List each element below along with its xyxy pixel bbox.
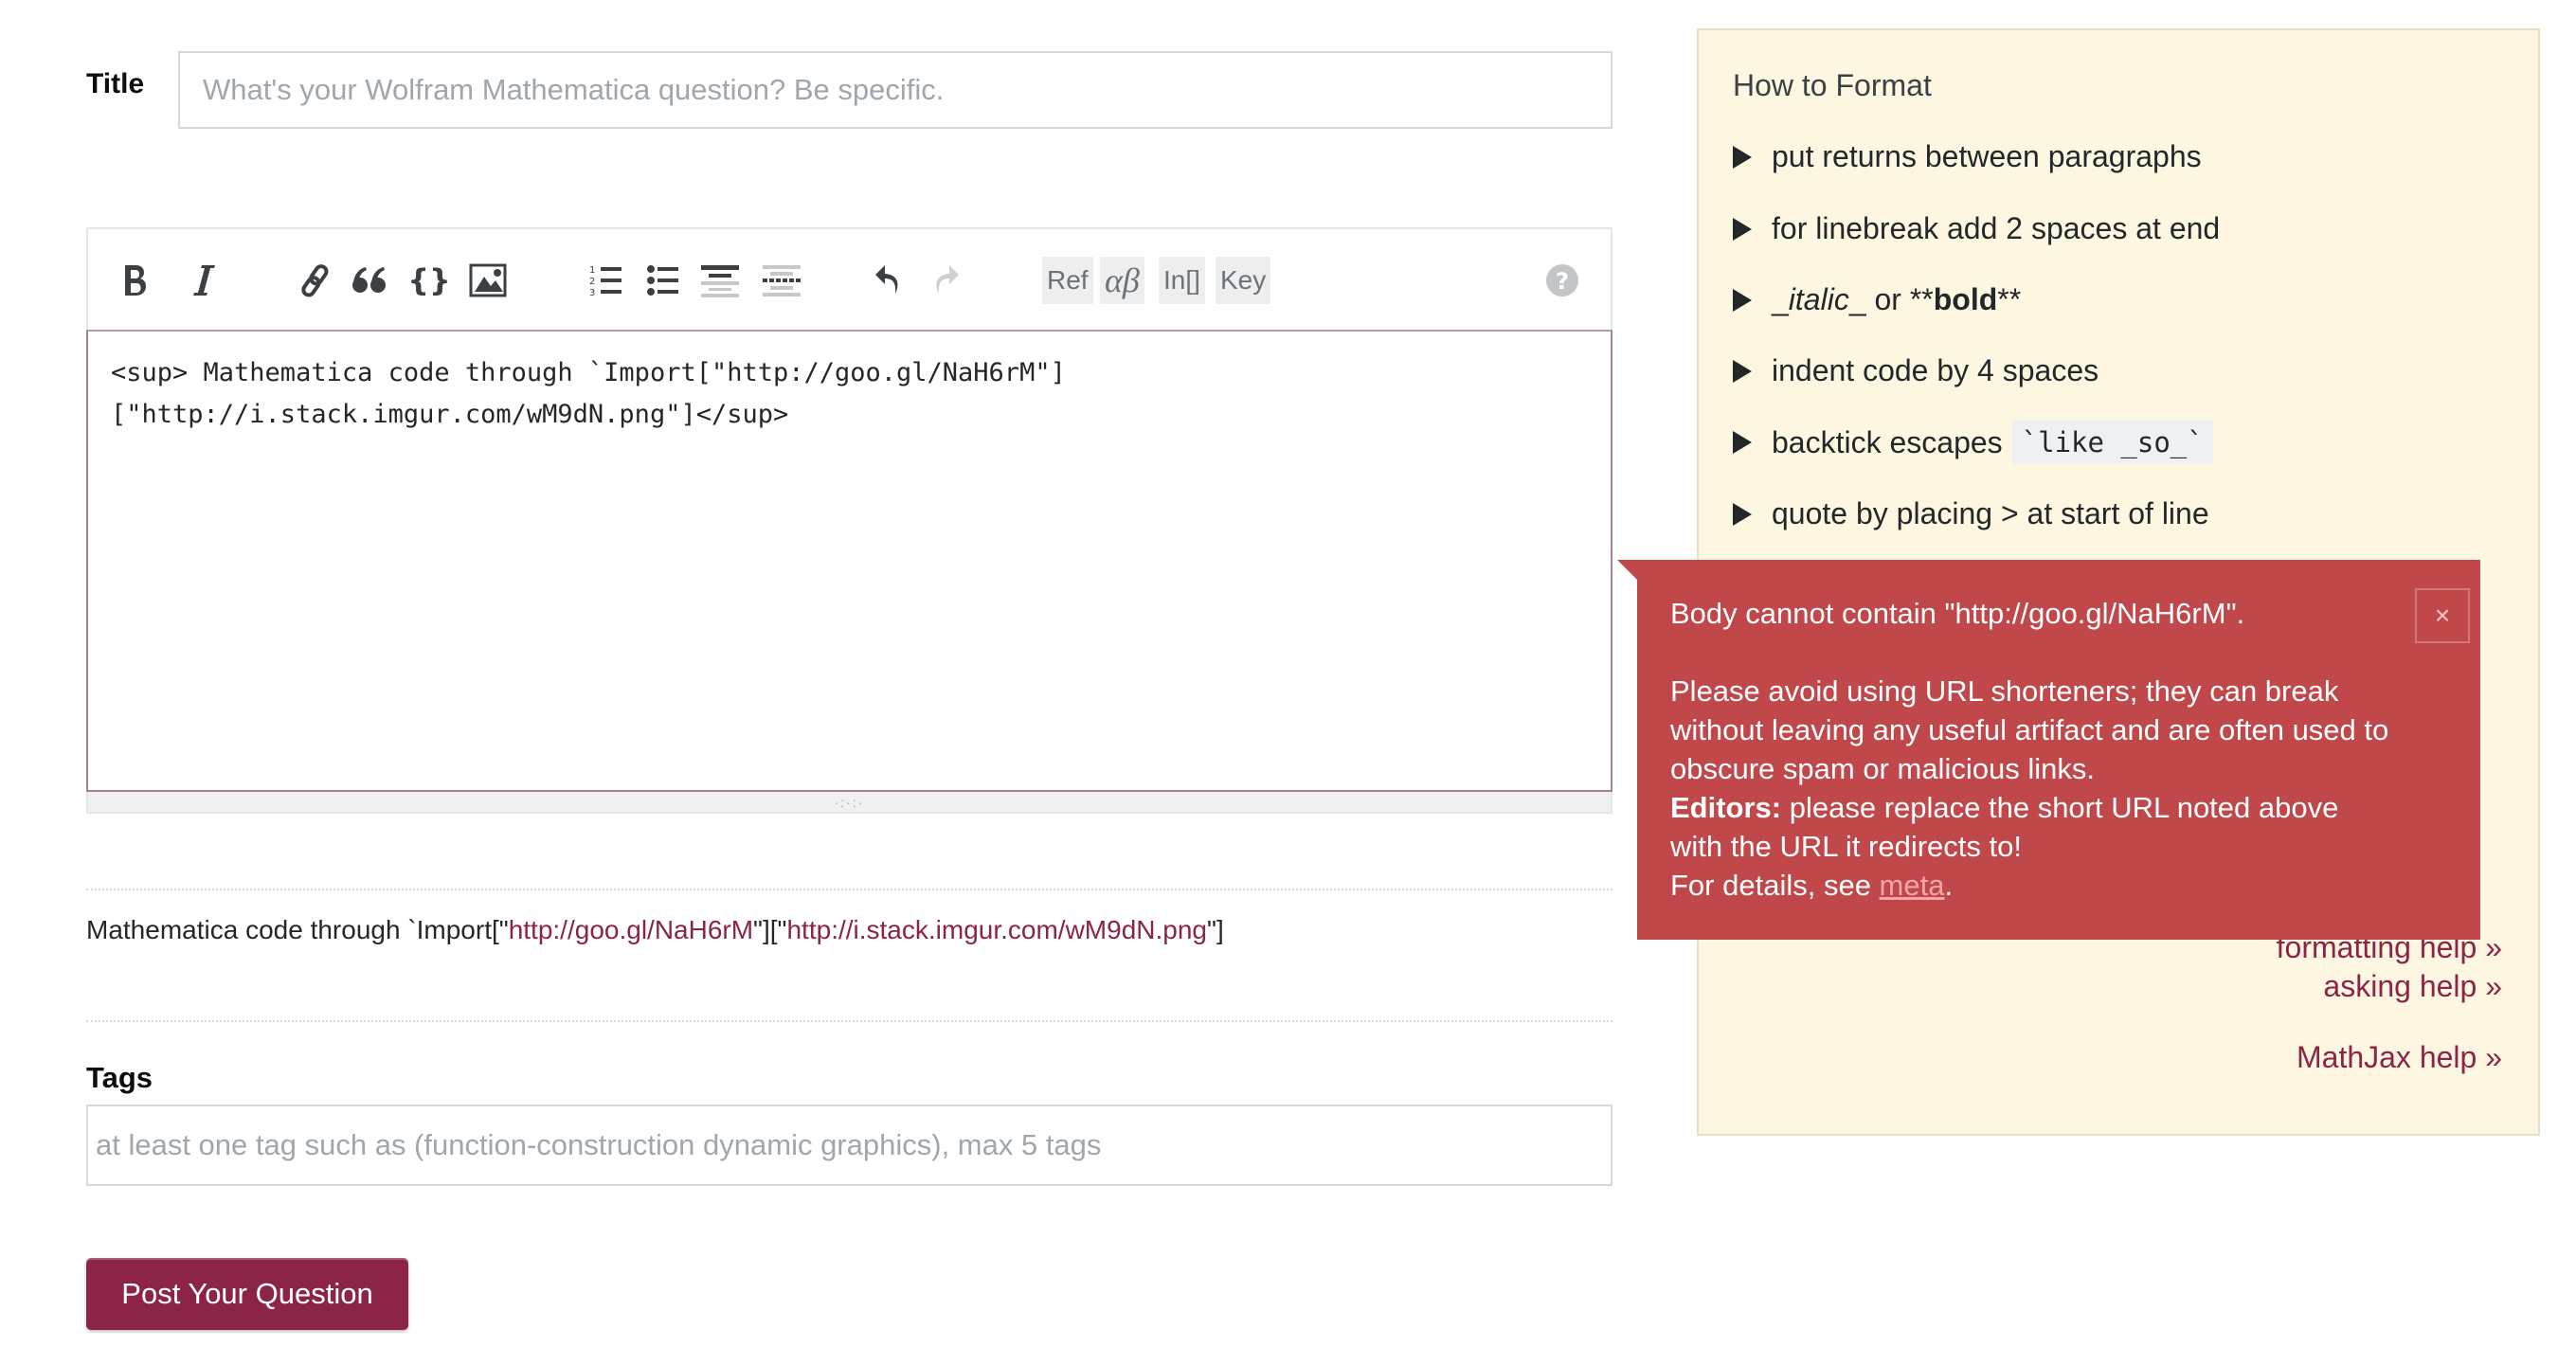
format-tip-bold: bold <box>1933 282 1998 316</box>
format-tip-text: indent code by 4 spaces <box>1772 353 2099 387</box>
mathjax-help-link[interactable]: MathJax help » <box>2297 1040 2502 1075</box>
svg-text:3: 3 <box>589 288 595 297</box>
help-button[interactable]: ? <box>1543 256 1581 305</box>
popup-message: Body cannot contain "http://goo.gl/NaH6r… <box>1670 594 2390 905</box>
format-tip-text: _ <box>1772 282 1789 316</box>
svg-text:?: ? <box>1556 268 1569 295</box>
tags-label: Tags <box>86 1061 153 1094</box>
body-editor: {} 123 Ref αβ In[] Key ? ·:·:· <box>86 227 1612 814</box>
post-preview: Mathematica code through `Import["http:/… <box>86 915 1224 945</box>
preview-divider-bottom <box>86 1020 1612 1022</box>
asking-help-link[interactable]: asking help » <box>2323 969 2502 1004</box>
help-icon: ? <box>1546 264 1578 296</box>
svg-text:2: 2 <box>589 277 595 287</box>
svg-text:1: 1 <box>589 265 595 276</box>
horizontal-rule-icon <box>763 265 801 296</box>
triangle-right-icon <box>1733 359 1752 383</box>
numbered-list-button[interactable]: 123 <box>585 256 627 305</box>
popup-editors-note: Editors: please replace the short URL no… <box>1670 788 2390 866</box>
redo-icon <box>936 265 959 294</box>
ref-button[interactable]: Ref <box>1042 257 1093 304</box>
format-tip: _ italic _ or ** bold ** <box>1733 282 2021 317</box>
body-textarea[interactable] <box>86 330 1612 792</box>
code-braces-icon: {} <box>407 262 451 298</box>
image-icon <box>469 263 507 297</box>
preview-link[interactable]: http://goo.gl/NaH6rM <box>509 915 753 944</box>
triangle-right-icon <box>1733 217 1752 241</box>
link-icon <box>301 264 329 297</box>
heading-icon <box>701 265 739 297</box>
heading-button[interactable] <box>699 256 741 305</box>
format-tip-italic: italic <box>1788 282 1849 316</box>
horizontal-rule-button[interactable] <box>761 256 802 305</box>
preview-divider-top <box>86 889 1612 890</box>
bulleted-list-icon <box>647 265 678 296</box>
format-tip-text: ** <box>1909 282 1934 316</box>
undo-button[interactable] <box>871 256 905 305</box>
triangle-right-icon <box>1733 431 1752 454</box>
popup-explanation: Please avoid using URL shorteners; they … <box>1670 674 2389 785</box>
title-label: Title <box>86 68 145 99</box>
editor-toolbar: {} 123 Ref αβ In[] Key ? <box>86 227 1612 330</box>
format-tip: quote by placing > at start of line <box>1733 496 2209 531</box>
triangle-right-icon <box>1733 288 1752 312</box>
undo-icon <box>875 265 898 294</box>
blockquote-button[interactable] <box>349 256 390 305</box>
format-tip-text: for linebreak add 2 spaces at end <box>1772 211 2221 245</box>
close-icon: × <box>2434 601 2451 630</box>
triangle-right-icon <box>1733 502 1752 526</box>
link-button[interactable] <box>295 256 336 305</box>
format-tip: backtick escapes `like _so_` <box>1733 421 2213 464</box>
format-tip-text: quote by placing > at start of line <box>1772 496 2209 530</box>
popup-details: For details, see meta. <box>1670 866 2390 905</box>
format-tip: indent code by 4 spaces <box>1733 353 2099 388</box>
format-tip-code: `like _so_` <box>2011 421 2213 464</box>
format-tip-text: backtick escapes <box>1772 424 2003 459</box>
post-question-button[interactable]: Post Your Question <box>86 1258 408 1330</box>
redo-button[interactable] <box>929 256 964 305</box>
italic-icon <box>193 265 215 296</box>
preview-text: "] <box>1207 915 1224 944</box>
key-button[interactable]: Key <box>1216 257 1271 304</box>
meta-link[interactable]: meta <box>1880 869 1945 902</box>
grip-icon: ·:·:· <box>834 794 865 810</box>
preview-link[interactable]: http://i.stack.imgur.com/wM9dN.png <box>786 915 1207 944</box>
preview-text: "][" <box>753 915 787 944</box>
format-tip-text: ** <box>1997 282 2022 316</box>
tags-input[interactable] <box>86 1105 1612 1186</box>
format-tip: put returns between paragraphs <box>1733 139 2202 174</box>
title-input[interactable] <box>178 51 1612 129</box>
italic-button[interactable] <box>185 256 223 305</box>
format-tip-text: _ <box>1848 282 1866 316</box>
bulleted-list-button[interactable] <box>642 256 684 305</box>
format-tip: for linebreak add 2 spaces at end <box>1733 211 2220 246</box>
bold-icon <box>125 265 146 296</box>
sidebar-title: How to Format <box>1733 68 1932 102</box>
popup-heading: Body cannot contain "http://goo.gl/NaH6r… <box>1670 597 2245 630</box>
bold-button[interactable] <box>117 256 154 305</box>
details-suffix: . <box>1944 869 1954 902</box>
popup-pointer <box>1617 560 1638 581</box>
format-tip-text: put returns between paragraphs <box>1772 139 2202 173</box>
greek-button[interactable]: αβ <box>1100 257 1144 304</box>
quote-icon <box>352 267 386 293</box>
editors-label: Editors: <box>1670 791 1782 824</box>
image-button[interactable] <box>467 256 509 305</box>
error-popup: Body cannot contain "http://goo.gl/NaH6r… <box>1637 560 2480 940</box>
triangle-right-icon <box>1733 145 1752 169</box>
numbered-list-icon: 123 <box>589 265 621 297</box>
resize-grip[interactable]: ·:·:· <box>86 792 1612 814</box>
preview-text: Mathematica code through `Import[" <box>86 915 509 944</box>
code-button[interactable]: {} <box>407 256 451 305</box>
format-tip-text: or <box>1865 282 1910 316</box>
details-prefix: For details, see <box>1670 869 1880 902</box>
close-popup-button[interactable]: × <box>2415 588 2470 643</box>
input-cell-button[interactable]: In[] <box>1159 257 1205 304</box>
